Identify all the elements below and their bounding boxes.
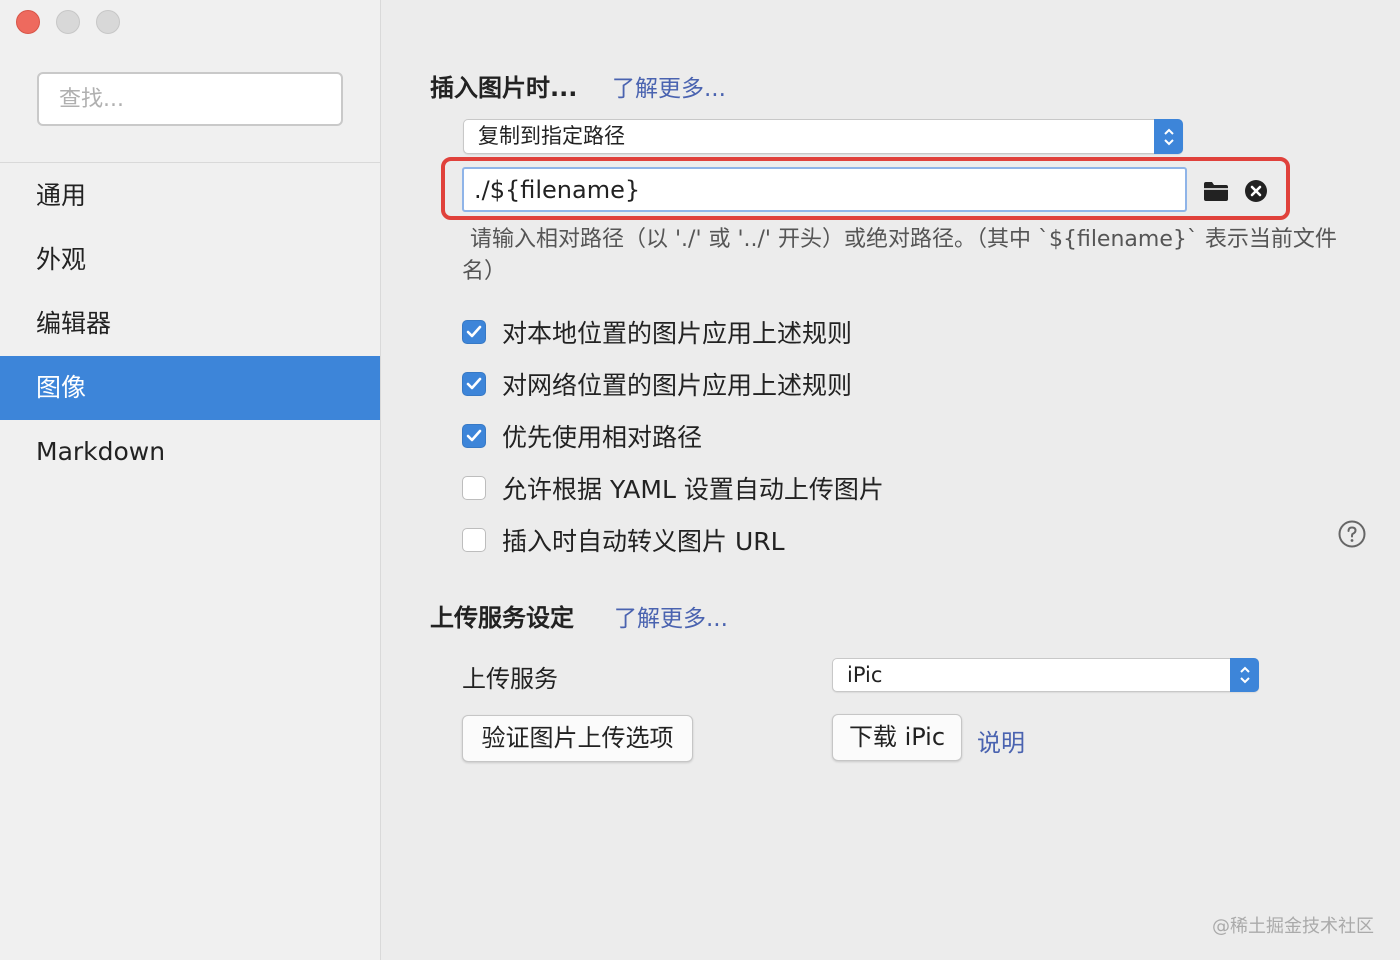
insert-image-title: 插入图片时...: [430, 74, 578, 102]
help-icon[interactable]: [1338, 520, 1366, 548]
option-label: 优先使用相对路径: [502, 423, 703, 452]
upload-service-select[interactable]: iPic: [832, 658, 1259, 692]
sidebar-item-appearance[interactable]: 外观: [0, 228, 380, 292]
option-label: 对网络位置的图片应用上述规则: [502, 371, 853, 400]
upload-service-title: 上传服务设定: [430, 604, 574, 632]
insert-action-select[interactable]: 复制到指定路径: [463, 119, 1183, 154]
checkbox-checked[interactable]: [462, 424, 486, 448]
sidebar-item-editor[interactable]: 编辑器: [0, 292, 380, 356]
checkmark-icon: [466, 429, 482, 442]
path-hint-text: 请输入相对路径（以 './' 或 '../' 开头）或绝对路径。（其中 `${f…: [462, 227, 1337, 284]
folder-icon[interactable]: [1203, 180, 1229, 202]
preferences-window: 通用 外观 编辑器 图像 Markdown 插入图片时... 了解更多... 复…: [0, 0, 1400, 960]
checkbox-unchecked[interactable]: [462, 476, 486, 500]
watermark: @稀土掘金技术社区: [1212, 916, 1374, 937]
option-yaml-upload[interactable]: 允许根据 YAML 设置自动上传图片: [462, 470, 884, 506]
option-label: 插入时自动转义图片 URL: [502, 527, 785, 556]
insert-image-learn-more-link[interactable]: 了解更多...: [612, 69, 726, 103]
search-input[interactable]: [37, 72, 343, 126]
sidebar: 通用 外观 编辑器 图像 Markdown: [0, 0, 381, 960]
checkbox-unchecked[interactable]: [462, 528, 486, 552]
option-prefer-relative[interactable]: 优先使用相对路径: [462, 418, 702, 454]
checkbox-checked[interactable]: [462, 320, 486, 344]
sidebar-item-general[interactable]: 通用: [0, 164, 380, 228]
minimize-window-button[interactable]: [56, 10, 80, 34]
checkmark-icon: [466, 325, 482, 338]
clear-icon[interactable]: [1244, 179, 1268, 203]
checkbox-checked[interactable]: [462, 372, 486, 396]
download-ipic-button[interactable]: 下载 iPic: [832, 714, 962, 761]
verify-upload-button[interactable]: 验证图片上传选项: [462, 715, 693, 762]
upload-service-label: 上传服务: [462, 665, 558, 693]
image-path-input[interactable]: [462, 167, 1187, 212]
zoom-window-button[interactable]: [96, 10, 120, 34]
chevron-updown-icon: [1154, 119, 1183, 154]
upload-learn-more-link[interactable]: 了解更多...: [614, 599, 728, 633]
chevron-updown-icon: [1230, 658, 1259, 692]
explain-link[interactable]: 说明: [977, 723, 1025, 758]
option-label: 对本地位置的图片应用上述规则: [502, 319, 853, 348]
sidebar-divider: [0, 162, 381, 163]
sidebar-item-markdown[interactable]: Markdown: [0, 420, 380, 484]
window-controls: [16, 10, 120, 34]
option-label: 允许根据 YAML 设置自动上传图片: [502, 475, 884, 504]
option-escape-url[interactable]: 插入时自动转义图片 URL: [462, 522, 785, 558]
close-window-button[interactable]: [16, 10, 40, 34]
insert-action-value: 复制到指定路径: [478, 124, 625, 148]
checkmark-icon: [466, 377, 482, 390]
option-network-images[interactable]: 对网络位置的图片应用上述规则: [462, 366, 852, 402]
sidebar-nav: 通用 外观 编辑器 图像 Markdown: [0, 164, 380, 484]
sidebar-item-image[interactable]: 图像: [0, 356, 380, 420]
option-local-images[interactable]: 对本地位置的图片应用上述规则: [462, 314, 852, 350]
upload-service-value: iPic: [847, 663, 883, 687]
